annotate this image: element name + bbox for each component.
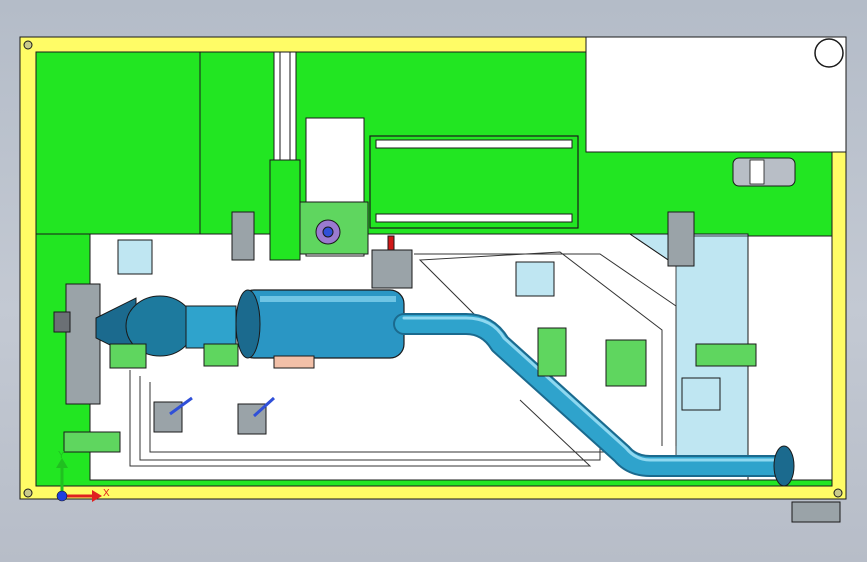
cad-viewport[interactable]: X Y xyxy=(0,0,867,562)
clamp-block[interactable] xyxy=(537,327,567,377)
left-bracket xyxy=(65,283,101,405)
muffler-clamp xyxy=(371,249,413,289)
slide-hub-center xyxy=(322,226,334,238)
y-axis-label: Y xyxy=(58,450,65,461)
x-axis-label: X xyxy=(103,488,110,499)
muffler-end xyxy=(235,289,261,359)
fixture-bed xyxy=(89,233,749,481)
muffler-highlight xyxy=(260,296,396,302)
locating-hole xyxy=(814,38,844,68)
white-plate-top-right xyxy=(585,36,847,153)
outlet-flange xyxy=(773,445,795,487)
corner-bolt xyxy=(833,488,843,498)
slide-rail xyxy=(273,51,297,163)
clamp-block[interactable] xyxy=(117,239,153,275)
converter-clamp xyxy=(109,343,147,369)
clamp-block[interactable] xyxy=(681,377,721,411)
white-plate-bottom-right xyxy=(747,235,833,481)
clamp-block[interactable] xyxy=(791,501,841,523)
converter-clamp xyxy=(203,343,239,367)
corner-bolt xyxy=(23,40,33,50)
clamp-block[interactable] xyxy=(667,211,695,267)
clamp-block[interactable] xyxy=(605,339,647,387)
rail-bottom xyxy=(375,213,573,223)
origin-marker xyxy=(56,490,68,502)
clamp-block[interactable] xyxy=(231,211,255,261)
clamp-block[interactable] xyxy=(695,343,757,367)
converter-body xyxy=(185,305,237,349)
clamp-block[interactable] xyxy=(63,431,121,453)
slot-cutout-inner xyxy=(749,159,765,185)
left-bracket-base xyxy=(53,311,71,333)
slide-support xyxy=(269,159,301,261)
corner-bolt xyxy=(23,488,33,498)
muffler-saddle xyxy=(273,355,315,369)
clamp-block[interactable] xyxy=(515,261,555,297)
red-handle[interactable] xyxy=(387,235,395,251)
rail-top xyxy=(375,139,573,149)
